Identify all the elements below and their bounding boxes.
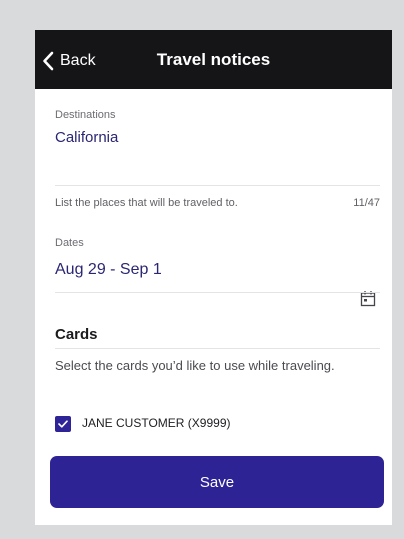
card-option[interactable]: JANE CUSTOMER (X9999) [51,407,295,447]
navigation-bar: Back Travel notices [35,30,392,89]
page-title: Travel notices [156,50,271,69]
character-counter: 11/47 [353,197,380,209]
travel-notice-form: Destinations California List the places … [35,89,392,525]
dates-divider [55,292,380,293]
destinations-label: Destinations [55,109,116,121]
cards-section-description: Select the cards you’d like to use while… [55,358,335,373]
destinations-divider [55,185,380,186]
phone-screen: Back Travel notices Destinations Califor… [35,30,392,525]
save-button[interactable]: Save [50,456,384,508]
dates-input[interactable]: Aug 29 - Sep 1 [55,261,162,279]
destinations-helper-text: List the places that will be traveled to… [55,197,238,209]
dates-label: Dates [55,237,84,249]
calendar-icon[interactable] [360,290,376,312]
checkmark-icon [58,415,68,433]
card-checkbox[interactable] [55,416,71,432]
destinations-input[interactable]: California [55,129,118,146]
card-label: JANE CUSTOMER (X9999) [82,416,231,430]
cards-section-title: Cards [55,326,98,343]
cards-divider [55,348,380,349]
